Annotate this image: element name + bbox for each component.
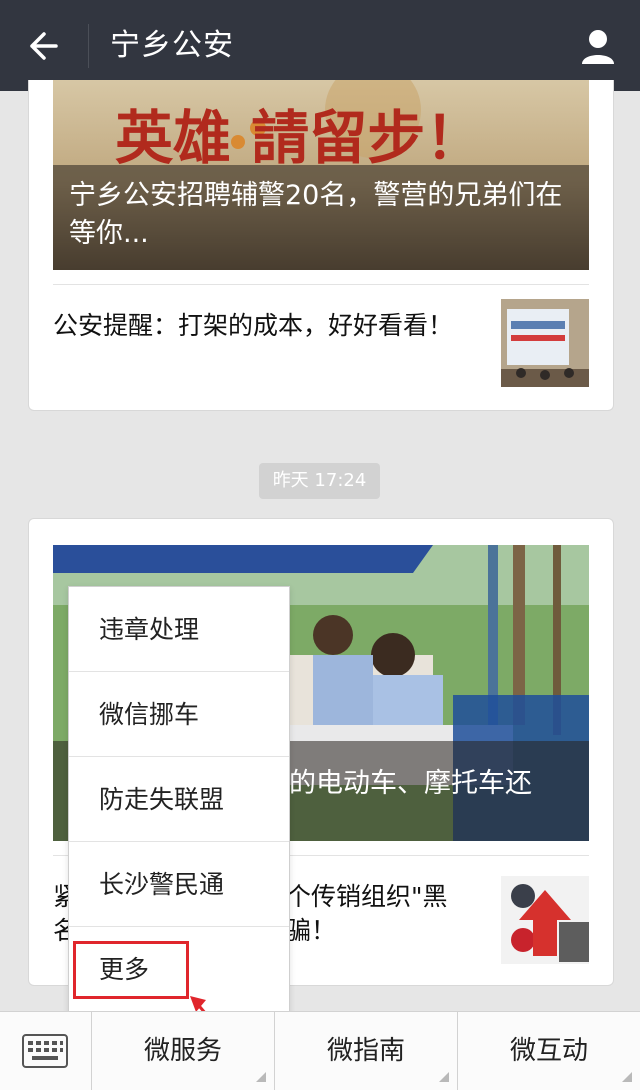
- article-title-4-l2b: 骗！: [286, 916, 337, 945]
- menu-item-changsha-police[interactable]: 长沙警民通: [69, 842, 289, 927]
- article-title-2: 公安提醒：打架的成本，好好看看！: [53, 311, 454, 340]
- page-title: 宁乡公安: [110, 28, 234, 63]
- article-thumbnail-4: [501, 876, 589, 964]
- submenu-corner-icon: [256, 1072, 266, 1082]
- top-bar: 宁乡公安: [0, 0, 640, 91]
- hero-banner-text: 英雄 請留步！: [115, 104, 483, 172]
- user-profile-icon[interactable]: [578, 26, 618, 66]
- tab-micro-service[interactable]: 微服务: [92, 1012, 275, 1090]
- menu-item-violation[interactable]: 违章处理: [69, 587, 289, 672]
- tab-label-micro-interact: 微互动: [509, 1036, 588, 1066]
- bottom-menu-bar: 微服务 微指南 微互动: [0, 1011, 640, 1090]
- tab-label-micro-guide: 微指南: [326, 1036, 405, 1066]
- submenu-corner-icon: [622, 1072, 632, 1082]
- tab-label-micro-service: 微服务: [143, 1036, 222, 1066]
- timestamp-badge: 昨天 17:24: [259, 463, 380, 499]
- article-card-1: 英雄 請留步！ 宁乡公安招聘辅警20名，警营的兄弟们在等你... 公安提醒：打架…: [28, 80, 614, 411]
- tab-micro-interact[interactable]: 微互动: [458, 1012, 640, 1090]
- service-popup-menu: 违章处理 微信挪车 防走失联盟 长沙警民通 更多: [68, 586, 290, 1016]
- article-title-4-l1b: 个传销组织"黑: [286, 882, 448, 911]
- menu-item-move-car[interactable]: 微信挪车: [69, 672, 289, 757]
- hero-title-3-text: 的电动车、摩托车还: [289, 768, 532, 799]
- tab-micro-guide[interactable]: 微指南: [275, 1012, 458, 1090]
- article-thumbnail-2: [501, 299, 589, 387]
- submenu-corner-icon: [439, 1072, 449, 1082]
- list-item-article-2[interactable]: 公安提醒：打架的成本，好好看看！: [53, 284, 589, 397]
- keyboard-icon: [22, 1034, 68, 1068]
- menu-item-anti-lost[interactable]: 防走失联盟: [69, 757, 289, 842]
- keyboard-toggle[interactable]: [0, 1012, 92, 1090]
- back-arrow-icon[interactable]: [24, 28, 60, 64]
- header-divider: [88, 24, 89, 68]
- hero-title-1: 宁乡公安招聘辅警20名，警营的兄弟们在等你...: [53, 165, 589, 270]
- menu-more-highlight: [73, 941, 189, 999]
- hero-article-1[interactable]: 英雄 請留步！ 宁乡公安招聘辅警20名，警营的兄弟们在等你...: [53, 80, 589, 270]
